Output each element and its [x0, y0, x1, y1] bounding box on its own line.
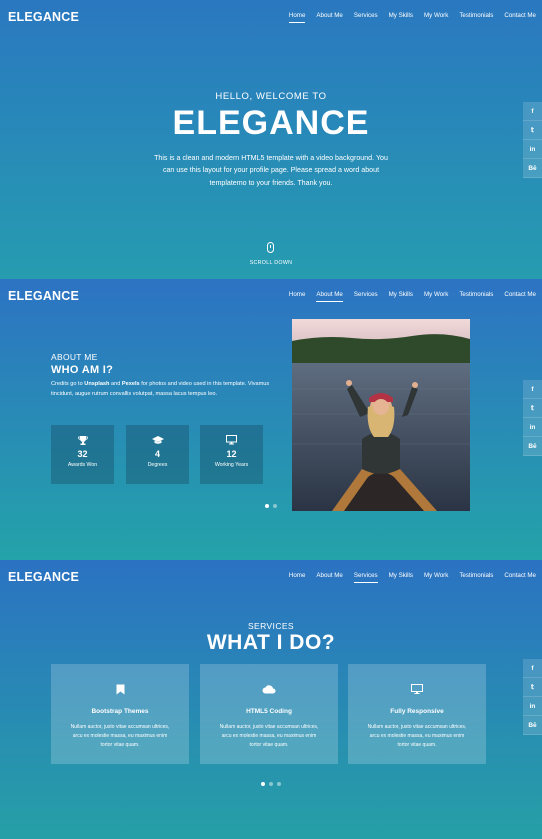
- nav-item-work[interactable]: My Work: [424, 291, 448, 302]
- stat-value: 32: [77, 449, 88, 459]
- brand-logo[interactable]: ELEGANCE: [8, 570, 79, 584]
- hero-subtitle: HELLO, WELCOME TO: [215, 91, 327, 102]
- service-text: Nullam auctor, justo vitae accumsan ultr…: [219, 724, 319, 748]
- nav-item-services[interactable]: Services: [354, 291, 378, 302]
- about-text: Credits go to Unsplash and Pexels for ph…: [51, 381, 270, 397]
- social-bar: f 𝕥 in Bē: [523, 659, 542, 735]
- linkedin-icon[interactable]: in: [523, 140, 542, 159]
- facebook-icon[interactable]: f: [523, 380, 542, 399]
- nav-menu: Home About Me Services My Skills My Work…: [289, 572, 536, 583]
- stat-label: Working Years: [214, 462, 249, 468]
- social-bar: f 𝕥 in Bē: [523, 380, 542, 456]
- service-title: HTML5 Coding: [246, 708, 292, 715]
- navbar: ELEGANCE Home About Me Services My Skill…: [0, 279, 542, 313]
- services-title: WHAT I DO?: [206, 631, 336, 654]
- nav-item-home[interactable]: Home: [289, 291, 306, 302]
- about-carousel-dots: [0, 504, 542, 508]
- stat-value: 4: [154, 449, 160, 459]
- carousel-dot[interactable]: [277, 782, 281, 786]
- service-card: Bootstrap Themes Nullam auctor, justo vi…: [51, 664, 189, 764]
- scroll-down-link[interactable]: SCROLL DOWN: [0, 260, 542, 266]
- service-card: Fully Responsive Nullam auctor, justo vi…: [348, 664, 486, 764]
- nav-item-skills[interactable]: My Skills: [389, 291, 413, 302]
- behance-icon[interactable]: Bē: [523, 437, 542, 456]
- nav-item-contact[interactable]: Contact Me: [504, 12, 536, 23]
- services-label: SERVICES: [247, 621, 295, 631]
- mouse-scroll-icon[interactable]: [267, 242, 274, 253]
- brand-logo[interactable]: ELEGANCE: [8, 289, 79, 303]
- facebook-icon[interactable]: f: [523, 659, 542, 678]
- nav-item-testimonials[interactable]: Testimonials: [459, 572, 493, 583]
- service-text: Nullam auctor, justo vitae accumsan ultr…: [70, 724, 170, 748]
- about-photo: [292, 319, 470, 511]
- behance-icon[interactable]: Bē: [523, 716, 542, 735]
- nav-item-work[interactable]: My Work: [424, 12, 448, 23]
- desktop-icon: [200, 435, 263, 447]
- bookmark-icon: [51, 684, 189, 696]
- behance-icon[interactable]: Bē: [523, 159, 542, 178]
- about-label: ABOUT ME: [51, 352, 98, 362]
- desktop-icon: [348, 684, 486, 696]
- services-carousel-dots: [0, 782, 542, 786]
- nav-item-contact[interactable]: Contact Me: [504, 291, 536, 302]
- linkedin-icon[interactable]: in: [523, 697, 542, 716]
- stat-degrees: 4 Degrees: [126, 425, 189, 484]
- twitter-icon[interactable]: 𝕥: [523, 121, 542, 140]
- stat-awards: 32 Awards Won: [51, 425, 114, 484]
- service-title: Fully Responsive: [390, 708, 444, 715]
- brand-logo[interactable]: ELEGANCE: [8, 10, 79, 24]
- nav-item-about[interactable]: About Me: [316, 291, 343, 302]
- twitter-icon[interactable]: 𝕥: [523, 399, 542, 418]
- service-card: HTML5 Coding Nullam auctor, justo vitae …: [200, 664, 338, 764]
- twitter-icon[interactable]: 𝕥: [523, 678, 542, 697]
- nav-item-testimonials[interactable]: Testimonials: [459, 291, 493, 302]
- carousel-dot[interactable]: [261, 782, 265, 786]
- stat-working-years: 12 Working Years: [200, 425, 263, 484]
- nav-item-skills[interactable]: My Skills: [389, 572, 413, 583]
- pexels-link[interactable]: Pexels: [122, 381, 140, 387]
- social-bar: f 𝕥 in Bē: [523, 102, 542, 178]
- nav-item-services[interactable]: Services: [354, 12, 378, 23]
- nav-item-services[interactable]: Services: [353, 572, 378, 583]
- nav-item-contact[interactable]: Contact Me: [504, 572, 536, 583]
- carousel-dot[interactable]: [273, 504, 277, 508]
- service-title: Bootstrap Themes: [91, 708, 149, 715]
- trophy-icon: [51, 435, 114, 447]
- nav-item-about[interactable]: About Me: [316, 12, 342, 23]
- hero-description: This is a clean and modern HTML5 templat…: [154, 154, 388, 187]
- nav-item-home[interactable]: Home: [289, 572, 306, 583]
- nav-item-about[interactable]: About Me: [316, 572, 342, 583]
- stat-label: Degrees: [147, 462, 168, 468]
- nav-item-home[interactable]: Home: [288, 12, 306, 23]
- navbar: ELEGANCE Home About Me Services My Skill…: [0, 0, 542, 34]
- navbar: ELEGANCE Home About Me Services My Skill…: [0, 560, 542, 594]
- about-title: WHO AM I?: [51, 364, 114, 376]
- about-section: ELEGANCE Home About Me Services My Skill…: [0, 279, 542, 560]
- nav-menu: Home About Me Services My Skills My Work…: [288, 12, 536, 23]
- unsplash-link[interactable]: Unsplash: [84, 381, 109, 387]
- hero-title: ELEGANCE: [172, 104, 370, 142]
- nav-menu: Home About Me Services My Skills My Work…: [289, 291, 536, 302]
- service-text: Nullam auctor, justo vitae accumsan ultr…: [367, 724, 467, 748]
- cloud-icon: [200, 684, 338, 696]
- nav-item-skills[interactable]: My Skills: [389, 12, 413, 23]
- graduation-cap-icon: [126, 435, 189, 447]
- stat-label: Awards Won: [67, 462, 98, 468]
- stat-value: 12: [226, 449, 237, 459]
- carousel-dot[interactable]: [265, 504, 269, 508]
- services-section: ELEGANCE Home About Me Services My Skill…: [0, 560, 542, 839]
- facebook-icon[interactable]: f: [523, 102, 542, 121]
- carousel-dot[interactable]: [269, 782, 273, 786]
- hero-section: ELEGANCE Home About Me Services My Skill…: [0, 0, 542, 279]
- nav-item-testimonials[interactable]: Testimonials: [459, 12, 493, 23]
- linkedin-icon[interactable]: in: [523, 418, 542, 437]
- nav-item-work[interactable]: My Work: [424, 572, 448, 583]
